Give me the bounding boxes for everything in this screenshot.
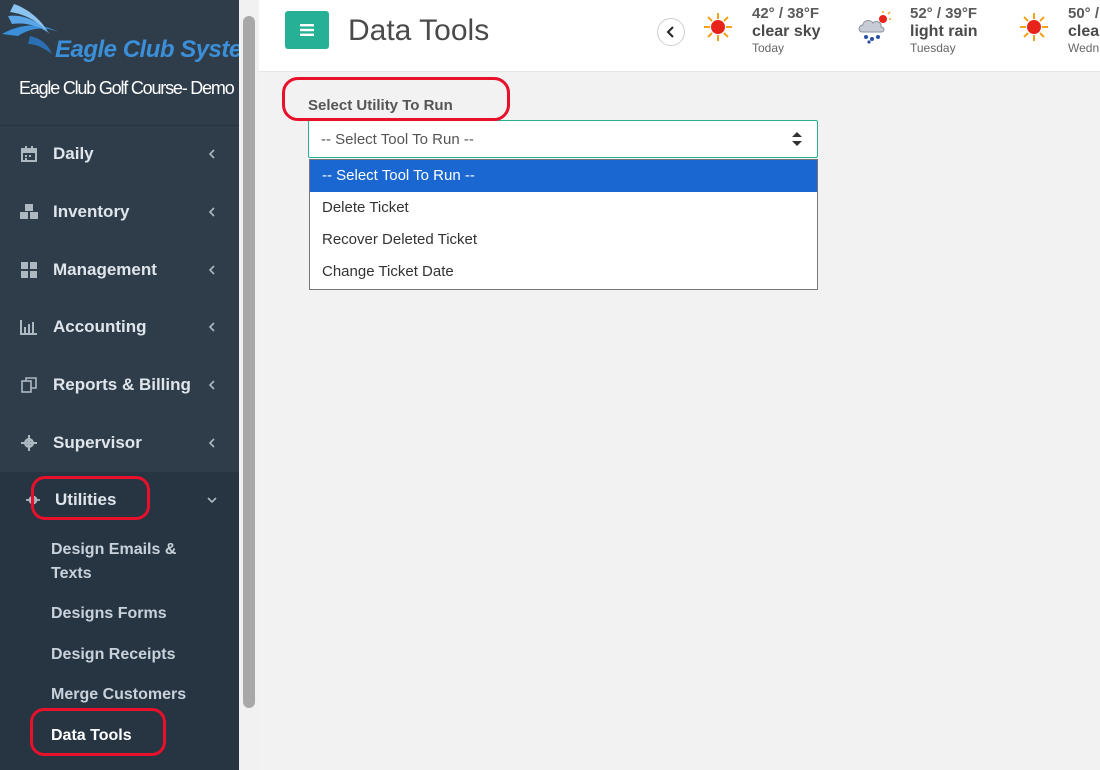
gear-icon: [20, 434, 38, 452]
weather-desc: light rain: [910, 23, 978, 40]
weather-desc: clear: [1068, 23, 1100, 40]
topbar: Data Tools 42° / 38°F clear sky Today 52…: [259, 0, 1100, 72]
weather-today: 42° / 38°F clear sky Today: [752, 5, 821, 55]
calendar-icon: [20, 145, 38, 163]
hamburger-icon: [300, 24, 314, 36]
menu-toggle-button[interactable]: [285, 11, 329, 49]
sidebar-item-reports-billing[interactable]: Reports & Billing: [0, 357, 239, 413]
sidebar-item-label: Management: [53, 260, 157, 279]
sub-item-designs-forms[interactable]: Designs Forms: [51, 602, 201, 626]
bar-chart-icon: [20, 318, 38, 336]
sidebar-item-daily[interactable]: Daily: [0, 126, 239, 182]
sun-icon: [704, 13, 732, 41]
sidebar-item-accounting[interactable]: Accounting: [0, 299, 239, 355]
dropdown-option[interactable]: Change Ticket Date: [310, 256, 817, 288]
chevron-left-icon: [208, 265, 215, 275]
sidebar-item-label: Daily: [53, 144, 94, 163]
weather-temp: 42° / 38°F: [752, 5, 820, 22]
grid-icon: [20, 261, 38, 279]
sidebar-item-label: Utilities: [55, 490, 117, 509]
sub-item-design-receipts[interactable]: Design Receipts: [51, 643, 201, 667]
weather-wednesday: 50° / clear Wedn: [1068, 5, 1100, 55]
sidebar: Eagle Club Systems Eagle Club Golf Cours…: [0, 0, 276, 770]
weather-prev-button[interactable]: [657, 18, 685, 46]
gears-icon: [24, 491, 42, 509]
sidebar-item-label: Reports & Billing: [53, 375, 191, 394]
tool-select-value: -- Select Tool To Run --: [321, 130, 474, 148]
brand-header: Eagle Club Systems Eagle Club Golf Cours…: [0, 0, 276, 126]
cubes-icon: [20, 203, 38, 221]
sidebar-item-management[interactable]: Management: [0, 242, 239, 298]
select-utility-label: Select Utility To Run: [308, 97, 453, 114]
sub-item-design-emails-texts[interactable]: Design Emails & Texts: [51, 538, 201, 586]
weather-day: Today: [752, 41, 785, 55]
weather-temp: 52° / 39°F: [910, 5, 978, 22]
sidebar-item-utilities[interactable]: Utilities: [0, 472, 239, 528]
weather-temp: 50° /: [1068, 5, 1100, 22]
dropdown-option[interactable]: -- Select Tool To Run --: [310, 160, 817, 192]
chevron-left-icon: [208, 149, 215, 159]
weather-day: Tuesday: [910, 41, 956, 55]
sun-icon: [1020, 13, 1048, 41]
dropdown-option[interactable]: Recover Deleted Ticket: [310, 224, 817, 256]
utilities-section: Utilities Design Emails & Texts Designs …: [0, 472, 239, 770]
sidebar-scrollbar-thumb[interactable]: [243, 16, 255, 708]
sidebar-item-inventory[interactable]: Inventory: [0, 184, 239, 240]
sub-item-data-tools[interactable]: Data Tools: [51, 724, 201, 748]
chevron-left-icon: [208, 380, 215, 390]
tool-select[interactable]: -- Select Tool To Run --: [308, 120, 818, 158]
sidebar-item-supervisor[interactable]: Supervisor: [0, 415, 239, 471]
weather-day: Wedn: [1068, 41, 1100, 55]
sub-item-merge-customers[interactable]: Merge Customers: [51, 683, 201, 707]
chevron-left-icon: [208, 438, 215, 448]
chevron-left-icon: [666, 26, 674, 38]
main-content: Select Utility To Run -- Select Tool To …: [259, 72, 1100, 770]
brand-subtitle: Eagle Club Golf Course- Demo: [19, 78, 235, 98]
sort-arrows-icon: [792, 132, 802, 146]
tool-select-dropdown: -- Select Tool To Run -- Delete Ticket R…: [309, 159, 818, 290]
chevron-down-icon: [207, 497, 217, 504]
dropdown-option[interactable]: Delete Ticket: [310, 192, 817, 224]
page-title: Data Tools: [348, 14, 490, 47]
weather-desc: clear sky: [752, 23, 821, 40]
weather-tuesday: 52° / 39°F light rain Tuesday: [910, 5, 978, 55]
chevron-left-icon: [208, 207, 215, 217]
sidebar-item-label: Supervisor: [53, 433, 142, 452]
chevron-left-icon: [208, 322, 215, 332]
sidebar-item-label: Accounting: [53, 317, 147, 336]
copy-icon: [20, 376, 38, 394]
sidebar-item-label: Inventory: [53, 202, 130, 221]
rain-cloud-icon: [858, 11, 891, 44]
